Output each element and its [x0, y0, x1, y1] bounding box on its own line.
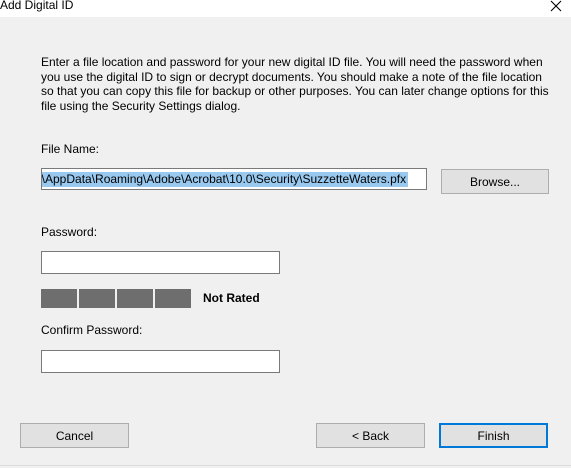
file-name-input[interactable]: ers\AppData\Roaming\Adobe\Acrobat\10.0\S… [41, 168, 427, 190]
strength-segment [41, 289, 77, 308]
file-name-label: File Name: [41, 142, 100, 156]
file-name-value: ers\AppData\Roaming\Adobe\Acrobat\10.0\S… [42, 172, 409, 187]
instructions-line: so that you can copy this file for backu… [41, 84, 549, 98]
strength-rating-text: Not Rated [203, 291, 260, 305]
divider [0, 465, 571, 466]
instructions-line: Enter a file location and password for y… [41, 55, 543, 69]
cancel-button[interactable]: Cancel [20, 423, 129, 448]
password-input[interactable] [41, 251, 280, 274]
password-label: Password: [41, 225, 98, 239]
strength-segment [155, 289, 191, 308]
close-icon[interactable] [545, 0, 567, 16]
back-button[interactable]: < Back [316, 423, 425, 448]
instructions-text: Enter a file location and password for y… [41, 55, 556, 113]
password-strength-meter [41, 289, 191, 308]
browse-button[interactable]: Browse... [441, 169, 549, 194]
strength-segment [79, 289, 115, 308]
strength-segment [117, 289, 153, 308]
finish-button[interactable]: Finish [439, 423, 548, 448]
window-title: Add Digital ID [0, 0, 74, 12]
confirm-password-input[interactable] [41, 350, 280, 373]
confirm-password-label: Confirm Password: [41, 323, 143, 337]
instructions-line: file using the Security Settings dialog. [41, 98, 241, 113]
title-bar: Add Digital ID [0, 0, 571, 13]
instructions-line: you use the digital ID to sign or decryp… [41, 69, 542, 84]
